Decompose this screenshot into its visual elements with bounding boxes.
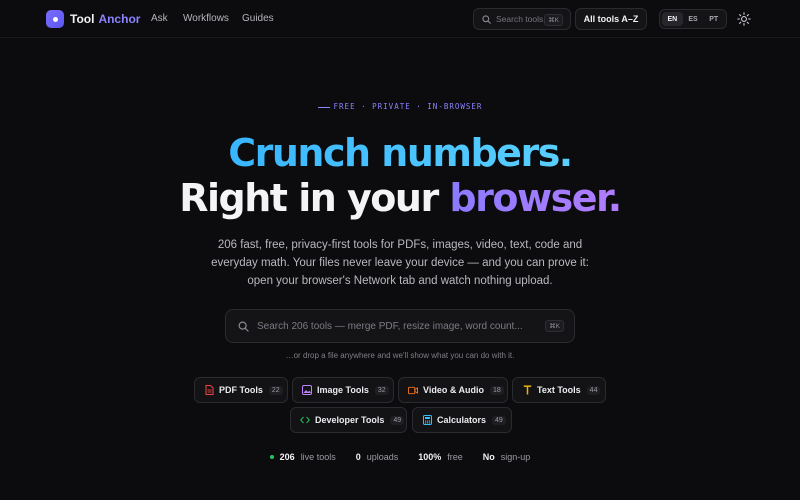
stat-value: No (482, 452, 495, 462)
sun-icon[interactable] (737, 12, 751, 26)
category-chip-calculators[interactable]: Calculators 49 (412, 407, 512, 433)
brand-name-accent: Anchor (98, 12, 141, 26)
category-count: 49 (492, 415, 506, 425)
hero-title-line-2: Right in your browser. (0, 176, 800, 220)
category-count: 32 (374, 385, 389, 395)
stat-label: live tools (300, 452, 336, 462)
main-search-shortcut: ⌘K (545, 320, 564, 332)
header-search-placeholder: Search tools (496, 14, 544, 24)
category-count: 18 (490, 385, 504, 395)
hero-title-line-1: Crunch numbers. (0, 131, 800, 175)
all-tools-button[interactable]: All tools A–Z (575, 8, 647, 30)
hero-subtitle: 206 fast, free, privacy-first tools for … (211, 239, 589, 287)
category-count: 49 (390, 415, 405, 425)
category-label: Video & Audio (423, 385, 485, 395)
hero-title-plain: Right in your (179, 176, 450, 220)
stat-value: 206 (279, 452, 295, 462)
language-option-es[interactable]: ES (683, 12, 704, 26)
nav-link-guides[interactable]: Guides (242, 13, 274, 24)
main-search-input[interactable]: Search 206 tools — merge PDF, resize ima… (225, 309, 575, 343)
code-brackets-icon (300, 415, 310, 425)
category-chip-video-audio[interactable]: Video & Audio 18 (398, 377, 508, 403)
eyebrow-dash (317, 106, 330, 108)
header-search-input[interactable]: Search tools ⌘K (473, 8, 571, 30)
stat-signup: No sign-up (483, 452, 531, 462)
language-switcher: EN ES PT (659, 9, 727, 29)
category-chip-pdf-tools[interactable]: PDF Tools 22 (194, 377, 288, 403)
live-status-dot (269, 455, 274, 459)
video-icon (408, 385, 418, 395)
calculator-icon (422, 415, 432, 425)
category-label: PDF Tools (219, 385, 263, 395)
hero-title-highlight: Crunch numbers. (228, 131, 573, 175)
category-label: Image Tools (317, 385, 369, 395)
pdf-file-icon (204, 385, 214, 395)
header-search-shortcut: ⌘K (544, 14, 563, 26)
nav-link-workflows[interactable]: Workflows (183, 13, 229, 24)
top-nav-bar: Tool Anchor Ask Workflows Guides Search … (0, 0, 800, 38)
stat-value: 100% (418, 452, 442, 462)
stat-uploads: 0 uploads (356, 452, 399, 462)
language-option-pt[interactable]: PT (703, 12, 724, 26)
category-count: 22 (268, 385, 283, 395)
stat-label: uploads (366, 452, 399, 462)
text-t-icon (522, 385, 532, 395)
category-label: Calculators (437, 415, 487, 425)
stats-bar: 206 live tools 0 uploads 100% free No si… (0, 452, 800, 462)
hero-title-accent: browser. (449, 176, 622, 220)
stat-label: sign-up (500, 452, 531, 462)
file-drop-hint: …or drop a file anywhere and we'll show … (285, 351, 515, 360)
category-chip-image-tools[interactable]: Image Tools 32 (292, 377, 394, 403)
category-chip-developer-tools[interactable]: Developer Tools 49 (290, 407, 407, 433)
category-count: 44 (586, 385, 601, 395)
hero-eyebrow-text: FREE · PRIVATE · IN-BROWSER (333, 102, 483, 111)
stat-free: 100% free (418, 452, 463, 462)
brand-logo[interactable]: Tool Anchor (46, 10, 140, 28)
brand-name-primary: Tool (70, 12, 95, 26)
category-chip-text-tools[interactable]: Text Tools 44 (512, 377, 606, 403)
stat-label: free (447, 452, 463, 462)
search-icon (238, 320, 249, 332)
image-icon (302, 385, 312, 395)
stat-value: 0 (355, 452, 361, 462)
search-icon (482, 14, 491, 24)
hero-eyebrow: FREE · PRIVATE · IN-BROWSER (0, 102, 800, 111)
main-search-placeholder: Search 206 tools — merge PDF, resize ima… (257, 320, 523, 332)
anchor-dot-icon (46, 10, 64, 28)
category-label: Developer Tools (315, 415, 385, 425)
category-label: Text Tools (537, 385, 581, 395)
stat-live-tools: 206 live tools (269, 452, 336, 462)
nav-link-ask[interactable]: Ask (151, 13, 168, 24)
language-option-en[interactable]: EN (662, 12, 683, 26)
